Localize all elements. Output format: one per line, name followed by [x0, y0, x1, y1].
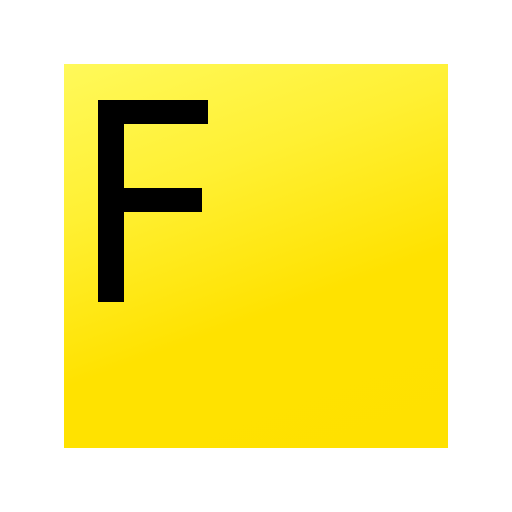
letter-label: F — [64, 64, 65, 65]
letter-f-icon: F — [64, 64, 448, 448]
letter-f-glyph — [98, 100, 208, 302]
icon-canvas: F — [0, 0, 512, 512]
